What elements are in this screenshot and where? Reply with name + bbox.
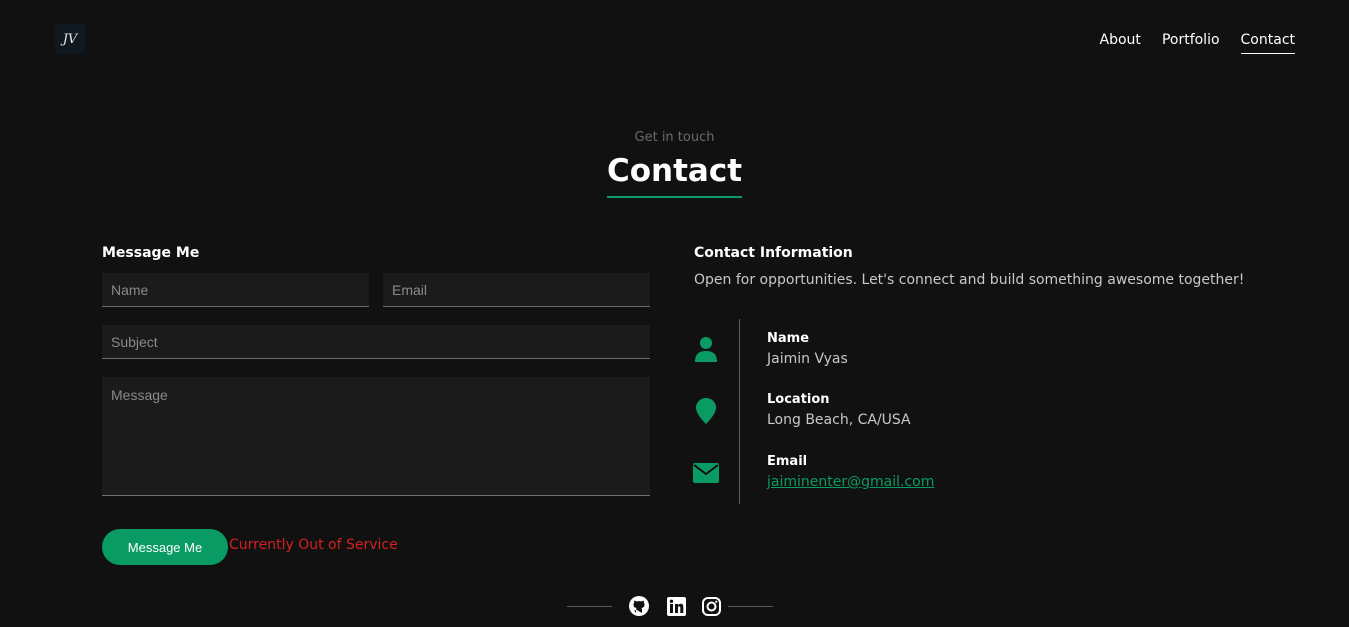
page-title: Contact: [606, 152, 743, 198]
location-pin-icon: [692, 397, 720, 425]
message-form-section: Message Me: [102, 243, 650, 263]
nav-contact[interactable]: Contact: [1240, 32, 1295, 54]
email-link[interactable]: jaiminenter@gmail.com: [767, 474, 934, 490]
github-icon[interactable]: [629, 596, 649, 616]
logo-text: JV: [62, 31, 78, 47]
message-textarea[interactable]: [102, 377, 650, 496]
social-divider-left: [567, 606, 612, 607]
info-location-label: Location: [767, 392, 830, 407]
contact-info-heading: Contact Information: [694, 245, 853, 261]
name-input[interactable]: [102, 273, 369, 307]
info-name-value: Jaimin Vyas: [767, 351, 848, 367]
info-email-value-wrap: jaiminenter@gmail.com: [767, 474, 934, 490]
envelope-icon: [692, 459, 720, 487]
social-divider-right: [728, 606, 773, 607]
service-status-text: Currently Out of Service: [229, 537, 398, 553]
info-location-value: Long Beach, CA/USA: [767, 412, 911, 428]
title-wrap: Contact: [0, 152, 1349, 198]
linkedin-icon[interactable]: [666, 596, 686, 616]
info-name-label: Name: [767, 331, 810, 346]
section-eyebrow: Get in touch: [634, 130, 715, 145]
user-icon: [692, 335, 720, 363]
contact-info-description: Open for opportunities. Let's connect an…: [694, 272, 1245, 288]
info-email-label: Email: [767, 454, 808, 469]
instagram-icon[interactable]: [701, 596, 721, 616]
subject-input[interactable]: [102, 325, 650, 359]
email-input[interactable]: [383, 273, 650, 307]
form-heading: Message Me: [102, 245, 200, 261]
info-divider: [739, 319, 740, 504]
site-logo[interactable]: JV: [55, 24, 85, 54]
nav-portfolio[interactable]: Portfolio: [1162, 32, 1220, 54]
send-message-button[interactable]: Message Me: [102, 529, 228, 565]
main-nav: About Portfolio Contact: [1100, 32, 1295, 54]
nav-about[interactable]: About: [1100, 32, 1141, 54]
